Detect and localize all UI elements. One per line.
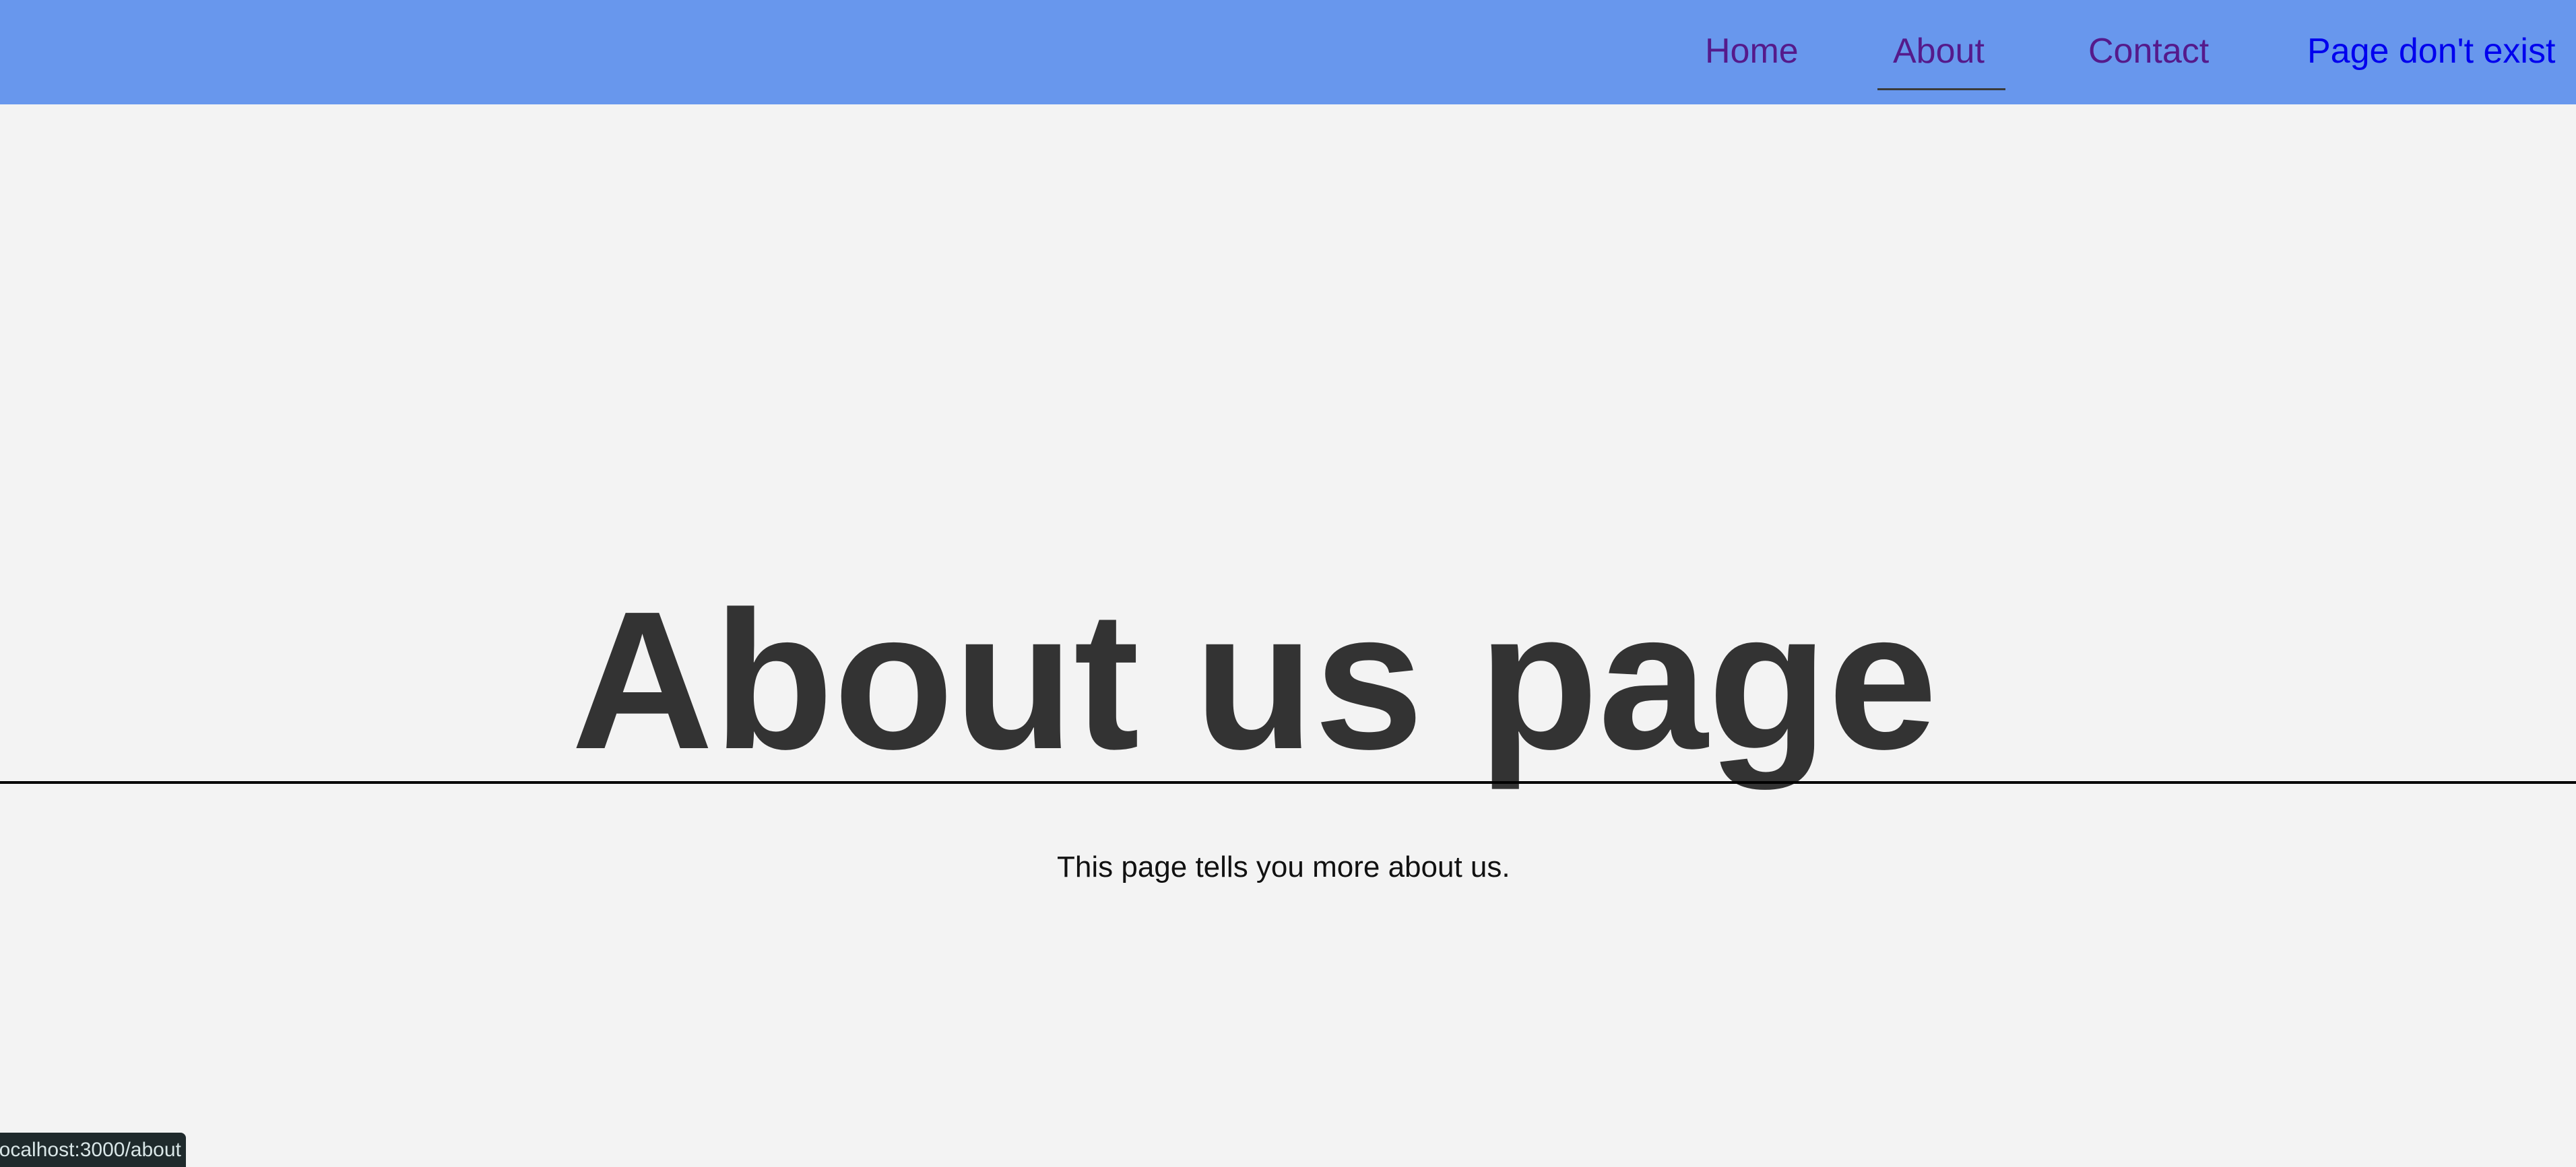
status-url-text: localhost:3000/about <box>0 1139 181 1161</box>
nav-link-home[interactable]: Home <box>1705 30 1799 73</box>
horizontal-divider <box>0 781 2576 784</box>
top-navbar: Home About Contact Page don't exist <box>0 0 2576 104</box>
page-title: About us page <box>571 570 1937 790</box>
nav-link-about[interactable]: About <box>1893 30 1985 73</box>
nav-link-contact[interactable]: Contact <box>2088 30 2209 73</box>
nav-link-page-dont-exist[interactable]: Page don't exist <box>2307 30 2555 73</box>
active-nav-underline <box>1877 88 2005 90</box>
page-description: This page tells you more about us. <box>1057 851 1510 883</box>
browser-status-url: localhost:3000/about <box>0 1133 186 1167</box>
